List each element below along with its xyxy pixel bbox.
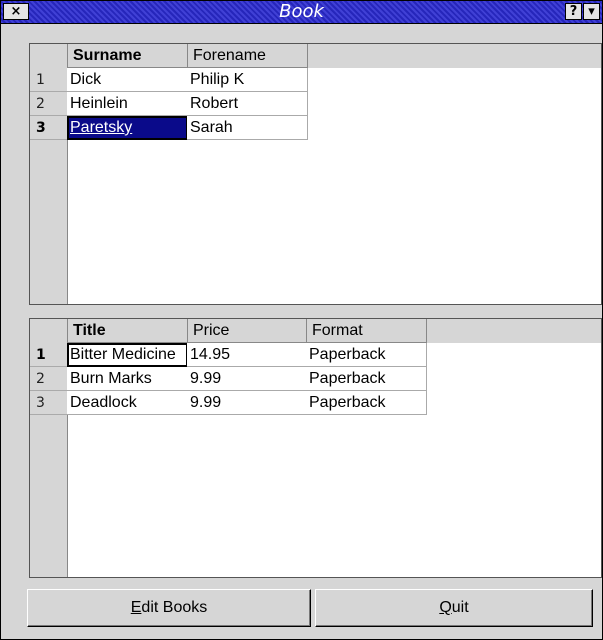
quit-label: uit [451, 599, 469, 616]
edit-books-button[interactable]: Edit Books [27, 589, 311, 627]
cell-title-current[interactable]: Bitter Medicine [67, 343, 188, 367]
header-price[interactable]: Price [187, 319, 307, 343]
books-row-number[interactable]: 1 [30, 343, 67, 367]
cell-surname[interactable]: Heinlein [67, 92, 188, 116]
header-surname[interactable]: Surname [67, 44, 188, 68]
header-title[interactable]: Title [67, 319, 188, 343]
cell-forename[interactable]: Sarah [187, 116, 308, 140]
books-row-number[interactable]: 3 [30, 391, 67, 415]
cell-format[interactable]: Paperback [306, 391, 427, 415]
window-menu-icon[interactable]: ▾ [583, 3, 600, 20]
books-table[interactable]: Title Price Format 1 Bitter Medicine 14.… [29, 318, 602, 578]
cell-price[interactable]: 9.99 [187, 391, 307, 415]
authors-row-number[interactable]: 1 [30, 68, 67, 92]
cell-title[interactable]: Deadlock [67, 391, 188, 415]
cell-price[interactable]: 14.95 [187, 343, 307, 367]
cell-price[interactable]: 9.99 [187, 367, 307, 391]
help-icon[interactable]: ? [565, 3, 582, 20]
cell-forename[interactable]: Robert [187, 92, 308, 116]
quit-button[interactable]: Quit [315, 589, 593, 627]
edit-books-mnemonic: E [130, 599, 142, 616]
title-bar[interactable]: × Book ? ▾ [1, 1, 602, 24]
cell-title[interactable]: Burn Marks [67, 367, 188, 391]
authors-row-number[interactable]: 2 [30, 92, 67, 116]
cell-surname-selected[interactable]: Paretsky [67, 116, 188, 140]
cell-format[interactable]: Paperback [306, 367, 427, 391]
quit-mnemonic: Q [439, 599, 452, 616]
window-title: Book [279, 1, 324, 22]
header-forename[interactable]: Forename [187, 44, 308, 68]
header-format[interactable]: Format [306, 319, 427, 343]
book-window: × Book ? ▾ Surname Forename 1 Dick Phili… [0, 0, 603, 640]
cell-forename[interactable]: Philip K [187, 68, 308, 92]
cell-surname[interactable]: Dick [67, 68, 188, 92]
cell-format[interactable]: Paperback [306, 343, 427, 367]
edit-books-label: dit Books [141, 599, 208, 616]
authors-row-number[interactable]: 3 [30, 116, 67, 140]
authors-table[interactable]: Surname Forename 1 Dick Philip K 2 Heinl… [29, 43, 602, 305]
books-row-number[interactable]: 2 [30, 367, 67, 391]
